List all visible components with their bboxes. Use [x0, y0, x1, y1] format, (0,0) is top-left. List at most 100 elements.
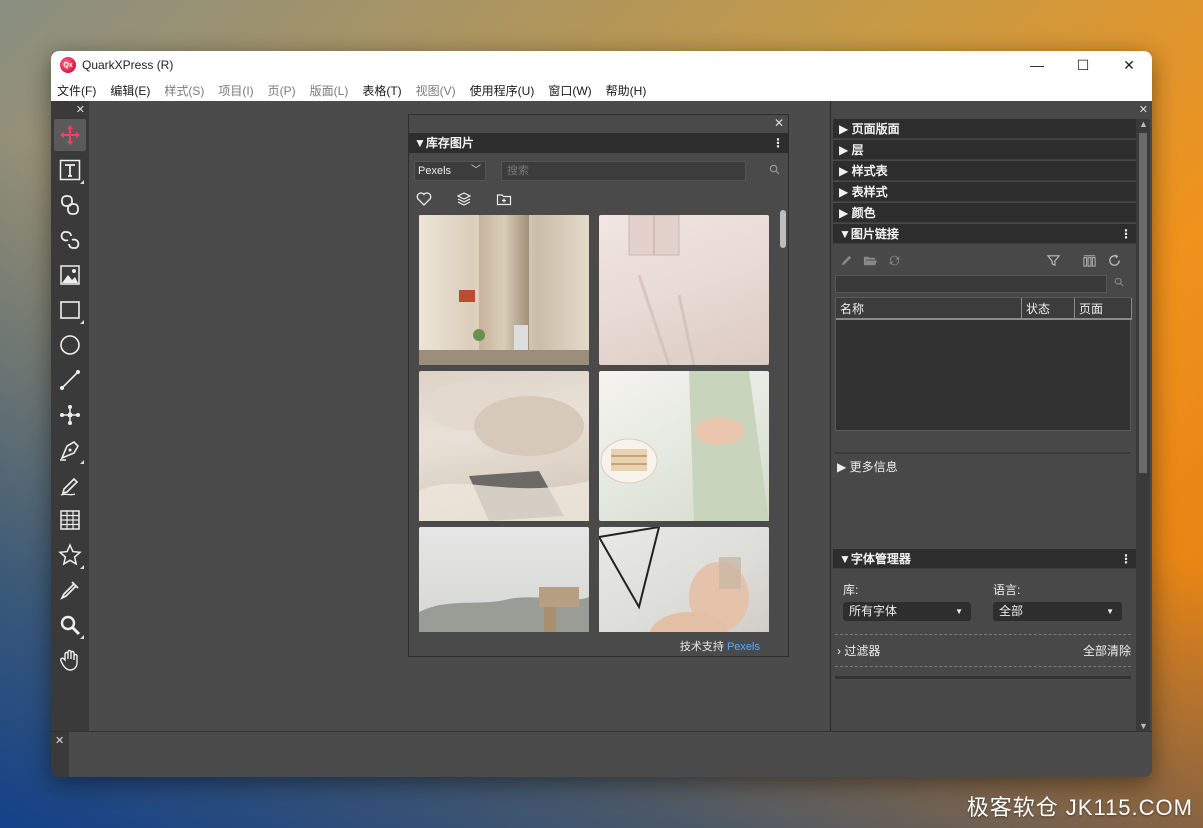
window-title: QuarkXPress (R): [82, 58, 174, 72]
menu-edit[interactable]: 编辑(E): [110, 82, 150, 99]
stock-images-header[interactable]: ▼库存图片 ⋮: [409, 133, 788, 153]
picture-links-title: ▼图片链接: [839, 227, 899, 241]
font-manager-title: ▼字体管理器: [839, 552, 911, 566]
menu-file[interactable]: 文件(F): [57, 82, 96, 99]
menu-layout[interactable]: 版面(L): [310, 82, 349, 99]
app-window: Qx QuarkXPress (R) — ☐ ✕ 文件(F) 编辑(E) 样式(…: [51, 51, 1152, 777]
panel-colors[interactable]: ▶ 颜色: [833, 203, 1136, 223]
oval-tool[interactable]: [54, 329, 86, 361]
pexels-link[interactable]: Pexels: [727, 641, 760, 653]
search-icon[interactable]: [769, 164, 780, 178]
divider: [835, 666, 1131, 667]
more-options-icon[interactable]: ⋮: [1120, 549, 1132, 569]
language-dropdown[interactable]: 全部 ▼: [993, 602, 1122, 621]
stock-photo-wall-shadow[interactable]: [599, 215, 769, 365]
picture-links-table: 名称 状态 页面: [835, 297, 1132, 431]
stock-photo-cake-dress[interactable]: [599, 371, 769, 521]
more-options-icon[interactable]: ⋮: [1120, 224, 1132, 244]
move-tool[interactable]: [54, 119, 86, 151]
bezier-tool[interactable]: [54, 399, 86, 431]
rectangle-box-icon: [60, 301, 80, 319]
caret-down-icon: ▼: [955, 607, 963, 616]
links-toolbar: [833, 246, 1136, 274]
close-icon[interactable]: ✕: [55, 734, 64, 747]
panel-picture-links[interactable]: ▼图片链接 ⋮: [833, 224, 1136, 244]
source-value: Pexels: [418, 165, 452, 177]
text-content-tool[interactable]: [54, 154, 86, 186]
scroll-up-icon[interactable]: ▲: [1139, 119, 1148, 129]
panel-font-manager[interactable]: ▼字体管理器 ⋮: [833, 549, 1136, 569]
column-header-status[interactable]: 状态: [1022, 298, 1075, 320]
stock-photo-bed-laptop[interactable]: [419, 371, 589, 521]
stock-photo-street[interactable]: [419, 215, 589, 365]
clear-all-button[interactable]: 全部清除: [1083, 642, 1131, 659]
eyedropper-icon: [60, 581, 79, 600]
links-search-input[interactable]: [835, 275, 1107, 293]
source-dropdown[interactable]: Pexels ﹀: [414, 161, 486, 181]
pan-tool[interactable]: [54, 644, 86, 676]
menu-bar: 文件(F) 编辑(E) 样式(S) 项目(I) 页(P) 版面(L) 表格(T)…: [51, 79, 1152, 101]
oval-box-icon: [60, 335, 80, 355]
stock-scrollbar[interactable]: [780, 210, 786, 248]
search-icon[interactable]: [1114, 277, 1124, 290]
freehand-tool[interactable]: [54, 469, 86, 501]
rectangle-tool[interactable]: [54, 294, 86, 326]
more-options-icon[interactable]: ⋮: [772, 133, 784, 153]
credits-line: 技术支持 Pexels: [680, 638, 760, 654]
refresh-icon[interactable]: [1105, 251, 1123, 269]
pasteboard: ✕ ▼库存图片 ⋮ Pexels ﹀ 搜索 技术支持 Pexels: [89, 101, 829, 731]
open-folder-icon[interactable]: [861, 251, 879, 269]
filter-toggle[interactable]: › 过滤器: [837, 644, 880, 658]
unlinking-tool[interactable]: [54, 224, 86, 256]
menu-table[interactable]: 表格(T): [362, 82, 401, 99]
menu-style[interactable]: 样式(S): [164, 82, 204, 99]
text-unlinking-icon: [60, 231, 80, 249]
menu-window[interactable]: 窗口(W): [548, 82, 591, 99]
panel-style-sheets[interactable]: ▶ 样式表: [833, 161, 1136, 181]
minimize-button[interactable]: —: [1014, 51, 1060, 79]
menu-page[interactable]: 页(P): [268, 82, 296, 99]
stock-photo-perfume[interactable]: [599, 527, 769, 632]
column-header-name[interactable]: 名称: [836, 298, 1022, 320]
starburst-tool[interactable]: [54, 539, 86, 571]
stock-photo-landscape[interactable]: [419, 527, 589, 632]
caret-down-icon: ▼: [1106, 607, 1114, 616]
language-label: 语言:: [993, 583, 1021, 597]
stock-search-input[interactable]: 搜索: [501, 161, 746, 181]
panel-table-styles[interactable]: ▶ 表样式: [833, 182, 1136, 202]
linking-tool[interactable]: [54, 189, 86, 221]
table-tool[interactable]: [54, 504, 86, 536]
more-info-toggle[interactable]: ▶ 更多信息: [837, 458, 898, 475]
collections-layers-icon[interactable]: [455, 190, 473, 208]
pen-tool[interactable]: [54, 434, 86, 466]
zoom-tool[interactable]: [54, 609, 86, 641]
close-icon[interactable]: ✕: [1139, 103, 1148, 116]
close-icon[interactable]: ✕: [774, 116, 784, 130]
scroll-down-icon[interactable]: ▼: [1139, 721, 1148, 731]
scroll-thumb[interactable]: [1139, 133, 1147, 473]
edit-pencil-icon[interactable]: [837, 251, 855, 269]
column-header-page[interactable]: 页面: [1075, 298, 1132, 320]
library-label: 库:: [843, 583, 859, 597]
picture-box-icon: [60, 265, 80, 285]
close-icon[interactable]: ✕: [76, 103, 85, 116]
columns-icon[interactable]: [1080, 251, 1098, 269]
library-dropdown[interactable]: 所有字体 ▼: [843, 602, 971, 621]
menu-utilities[interactable]: 使用程序(U): [470, 82, 535, 99]
favorites-heart-icon[interactable]: [415, 190, 433, 208]
close-button[interactable]: ✕: [1106, 51, 1152, 79]
filter-icon[interactable]: [1044, 251, 1062, 269]
line-tool[interactable]: [54, 364, 86, 396]
picture-content-tool[interactable]: [54, 259, 86, 291]
eyedropper-tool[interactable]: [54, 574, 86, 606]
add-folder-icon[interactable]: [495, 190, 513, 208]
maximize-button[interactable]: ☐: [1060, 51, 1106, 79]
right-dock-scrollbar[interactable]: ▲ ▼: [1136, 119, 1150, 731]
menu-view[interactable]: 视图(V): [416, 82, 456, 99]
panel-page-layout[interactable]: ▶ 页面版面: [833, 119, 1136, 139]
panel-layers[interactable]: ▶ 层: [833, 140, 1136, 160]
menu-help[interactable]: 帮助(H): [606, 82, 647, 99]
filter-row: › 过滤器 全部清除: [837, 642, 1131, 659]
menu-item[interactable]: 项目(I): [218, 82, 253, 99]
relink-icon[interactable]: [885, 251, 903, 269]
